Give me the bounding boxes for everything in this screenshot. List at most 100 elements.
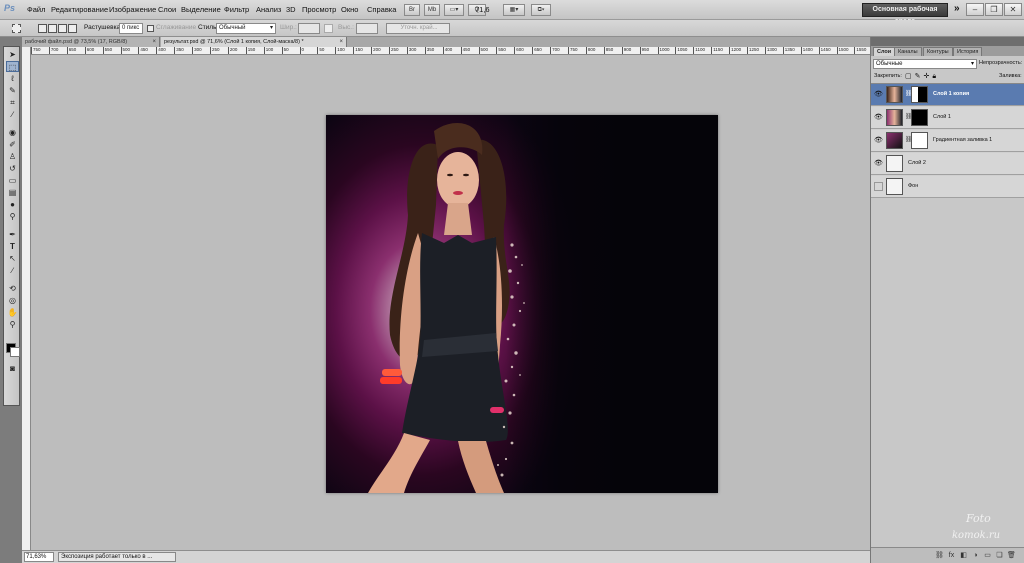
eyedropper-tool-icon[interactable]: ∕ bbox=[6, 109, 19, 120]
more-workspaces-icon[interactable]: » bbox=[954, 3, 960, 14]
arrange-docs-button[interactable]: ▦▾ bbox=[503, 4, 525, 16]
lock-label: Закрепить: bbox=[874, 73, 902, 79]
menu-help[interactable]: Справка bbox=[367, 5, 396, 14]
menu-window[interactable]: Окно bbox=[341, 5, 358, 14]
chevron-down-icon: ▾ bbox=[269, 25, 273, 31]
quick-select-tool-icon[interactable]: ✎ bbox=[6, 85, 19, 96]
feather-input[interactable]: 0 пикс bbox=[119, 23, 143, 34]
ruler-tick-label: 1200 bbox=[729, 47, 741, 54]
move-tool-icon[interactable]: ➤ bbox=[6, 49, 19, 60]
shape-tool-icon[interactable]: ∕ bbox=[6, 265, 19, 276]
subtract-selection-icon[interactable] bbox=[58, 24, 67, 33]
tab-paths[interactable]: Контуры bbox=[923, 47, 953, 56]
tab-layers[interactable]: Слои bbox=[873, 47, 896, 56]
zoom-level-value[interactable]: 71,6 bbox=[475, 5, 490, 14]
layer-name[interactable]: Градиентная заливка 1 bbox=[933, 137, 992, 143]
brush-tool-icon[interactable]: ✐ bbox=[6, 139, 19, 150]
style-select[interactable]: Обычный ▾ bbox=[216, 23, 276, 34]
new-selection-icon[interactable] bbox=[38, 24, 47, 33]
tab-channels[interactable]: Каналы bbox=[894, 47, 922, 56]
background-color-swatch[interactable] bbox=[10, 347, 20, 357]
swap-dimensions-icon[interactable] bbox=[324, 24, 333, 33]
layer-name[interactable]: Слой 2 bbox=[908, 160, 926, 166]
eye-icon[interactable]: 👁︎ bbox=[874, 113, 883, 122]
menu-image[interactable]: Изображение bbox=[109, 5, 156, 14]
zoom-field[interactable]: 71,63% bbox=[24, 552, 54, 562]
layer-row[interactable]: Фон bbox=[871, 176, 1024, 198]
ruler-tick-label: 850 bbox=[603, 47, 613, 54]
layer-row[interactable]: 👁︎ Слой 2 bbox=[871, 153, 1024, 175]
layer-row[interactable]: 👁︎ ⛓︎ Слой 1 bbox=[871, 107, 1024, 129]
3d-rotate-tool-icon[interactable]: ⟲ bbox=[6, 283, 19, 294]
marquee-tool-icon[interactable]: ⬚ bbox=[6, 61, 19, 72]
marquee-preset-icon[interactable] bbox=[12, 24, 21, 33]
bridge-button[interactable]: Br bbox=[404, 4, 420, 16]
dodge-tool-icon[interactable]: ⚲ bbox=[6, 211, 19, 222]
height-input[interactable] bbox=[356, 23, 378, 34]
tab-result-file[interactable]: результат.psd @ 71,6% (Слой 1 копия, Сло… bbox=[161, 37, 347, 47]
close-icon[interactable]: × bbox=[339, 37, 343, 47]
width-input[interactable] bbox=[298, 23, 320, 34]
eye-icon[interactable]: 👁︎ bbox=[874, 136, 883, 145]
lock-icons[interactable]: ▢✎✛🔒︎ bbox=[905, 72, 939, 81]
layer-row[interactable]: 👁︎ ⛓︎ Слой 1 копия bbox=[871, 84, 1024, 106]
menu-bar: Ps Файл Редактирование Изображение Слои … bbox=[0, 0, 1024, 25]
status-bar: 71,63% Экспозиция работает только в ... bbox=[22, 550, 870, 563]
eraser-tool-icon[interactable]: ▭ bbox=[6, 175, 19, 186]
menu-analysis[interactable]: Анализ bbox=[256, 5, 281, 14]
chain-link-icon[interactable]: ⛓︎ bbox=[905, 90, 913, 97]
3d-orbit-tool-icon[interactable]: ◎ bbox=[6, 295, 19, 306]
ruler-tick-label: 750 bbox=[568, 47, 578, 54]
history-brush-tool-icon[interactable]: ↺ bbox=[6, 163, 19, 174]
layer-row[interactable]: 👁︎ ⛓︎ Градиентная заливка 1 bbox=[871, 130, 1024, 152]
menu-edit[interactable]: Редактирование bbox=[51, 5, 108, 14]
layer-name[interactable]: Слой 1 bbox=[933, 114, 951, 120]
workspace-button[interactable]: Основная рабочая среда bbox=[862, 3, 948, 25]
tab-history[interactable]: История bbox=[953, 47, 983, 56]
chain-link-icon[interactable]: ⛓︎ bbox=[905, 136, 913, 143]
minibridge-button[interactable]: Mb bbox=[424, 4, 440, 16]
eye-off-icon[interactable] bbox=[874, 182, 883, 191]
lasso-tool-icon[interactable]: ℓ bbox=[6, 73, 19, 84]
panel-collapse-bar[interactable] bbox=[871, 37, 1024, 46]
menu-filter[interactable]: Фильтр bbox=[224, 5, 249, 14]
add-selection-icon[interactable] bbox=[48, 24, 57, 33]
refine-edge-button[interactable]: Уточн. край... bbox=[386, 23, 450, 34]
restore-icon[interactable]: ❐ bbox=[985, 3, 1003, 16]
gradient-tool-icon[interactable]: ▤ bbox=[6, 187, 19, 198]
intersect-selection-icon[interactable] bbox=[68, 24, 77, 33]
tab-working-file[interactable]: рабочий файл.psd @ 73,5% (17, RGB/8) × bbox=[22, 37, 160, 47]
menu-select[interactable]: Выделение bbox=[181, 5, 221, 14]
status-info[interactable]: Экспозиция работает только в ... bbox=[58, 552, 176, 562]
document-canvas[interactable] bbox=[326, 115, 718, 493]
quick-mask-icon[interactable]: ◙ bbox=[6, 363, 19, 374]
type-tool-icon[interactable]: T bbox=[6, 241, 19, 252]
close-icon[interactable]: × bbox=[152, 37, 156, 47]
minimize-icon[interactable]: – bbox=[966, 3, 984, 16]
healing-tool-icon[interactable]: ◉ bbox=[6, 127, 19, 138]
pen-tool-icon[interactable]: ✒ bbox=[6, 229, 19, 240]
close-window-icon[interactable]: ✕ bbox=[1004, 3, 1022, 16]
layer-name[interactable]: Слой 1 копия bbox=[933, 91, 969, 97]
ruler-tick-label: 400 bbox=[442, 47, 452, 54]
menu-view[interactable]: Просмотр bbox=[302, 5, 336, 14]
zoom-tool-icon[interactable]: ⚲ bbox=[6, 319, 19, 330]
crop-tool-icon[interactable]: ⌗ bbox=[6, 97, 19, 108]
link-layers-icon[interactable]: ⛓︎ bbox=[935, 551, 944, 560]
antialias-checkbox[interactable] bbox=[147, 25, 154, 32]
menu-layers[interactable]: Слои bbox=[158, 5, 176, 14]
eye-icon[interactable]: 👁︎ bbox=[874, 90, 883, 99]
blend-mode-select[interactable]: Обычные ▾ bbox=[873, 59, 977, 69]
screen-mode-button[interactable]: ⧉▾ bbox=[531, 4, 551, 16]
layer-name[interactable]: Фон bbox=[908, 183, 918, 189]
stamp-tool-icon[interactable]: ♙ bbox=[6, 151, 19, 162]
path-select-tool-icon[interactable]: ↖ bbox=[6, 253, 19, 264]
menu-3d[interactable]: 3D bbox=[286, 5, 296, 14]
eye-icon[interactable]: 👁︎ bbox=[874, 159, 883, 168]
ruler-tick-label: 1000 bbox=[657, 47, 670, 54]
extras-button[interactable]: ▭▾ bbox=[444, 4, 464, 16]
blur-tool-icon[interactable]: ● bbox=[6, 199, 19, 210]
chain-link-icon[interactable]: ⛓︎ bbox=[905, 113, 913, 120]
menu-file[interactable]: Файл bbox=[27, 5, 45, 14]
hand-tool-icon[interactable]: ✋ bbox=[6, 307, 19, 318]
